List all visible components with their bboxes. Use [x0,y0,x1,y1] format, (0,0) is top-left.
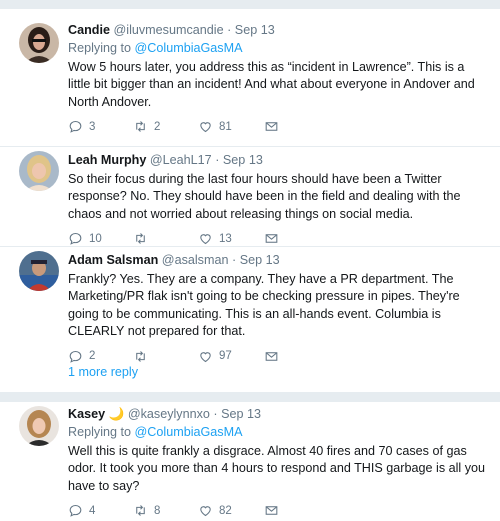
moon-emoji-icon: 🌙 [108,407,125,421]
user-handle[interactable]: @asalsman [162,253,229,267]
tweet-header: Leah Murphy @LeahL17 · Sep 13 [68,152,490,168]
dm-icon [265,122,278,131]
separator-dot: · [215,153,220,167]
user-handle[interactable]: @iluvmesumcandie [114,23,224,37]
replying-to-label: Replying to [68,41,135,55]
display-name[interactable]: Kasey [68,407,105,421]
tweet-header: Kasey 🌙 @kaseylynnxo · Sep 13 [68,406,490,422]
avatar[interactable] [19,406,59,446]
like-count: 97 [219,350,232,363]
tweet-text: Wow 5 hours later, you address this as “… [68,60,475,109]
dm-button[interactable] [264,119,279,134]
reply-icon [69,233,82,246]
tweet-text: Well this is quite frankly a disgrace. A… [68,444,486,493]
reply-icon [69,121,82,134]
tweet-leah-murphy[interactable]: Leah Murphy @LeahL17 · Sep 13 So their f… [0,146,500,246]
replying-to: Replying to @ColumbiaGasMA [68,424,490,440]
separator-dot: · [213,407,218,421]
tweet-candie[interactable]: Candie @iluvmesumcandie · Sep 13 Replyin… [0,9,500,146]
replying-to-link[interactable]: @ColumbiaGasMA [135,41,243,55]
separator-dot: · [227,23,232,37]
avatar[interactable] [19,151,59,191]
separator-dot: · [231,253,237,267]
tweet-kasey[interactable]: Kasey 🌙 @kaseylynnxo · Sep 13 Replying t… [0,402,500,518]
like-count: 81 [219,120,232,133]
tweet-text: Frankly? Yes. They are a company. They h… [68,272,460,339]
tweet-header: Candie @iluvmesumcandie · Sep 13 [68,22,490,38]
tweet-date[interactable]: Sep 13 [235,23,275,37]
retweet-button[interactable] [133,231,148,246]
tweet-date[interactable]: Sep 13 [221,407,261,421]
display-name[interactable]: Leah Murphy [68,153,146,167]
retweet-button[interactable]: 2 [133,119,160,134]
tweet-actions: 4 8 82 [68,503,490,521]
retweet-icon [136,121,145,133]
tweet-text: So their focus during the last four hour… [68,172,461,221]
like-icon [200,122,211,133]
tweet-actions: 3 2 81 [68,119,490,137]
replying-to-link[interactable]: @ColumbiaGasMA [135,425,243,439]
tweet-header: Adam Salsman @asalsman · Sep 13 [68,252,490,268]
retweet-count: 2 [154,120,161,133]
replying-to: Replying to @ColumbiaGasMA [68,40,490,56]
reply-button[interactable]: 10 [68,231,102,246]
reply-count: 2 [89,350,96,363]
more-replies-link[interactable]: 1 more reply [0,365,138,379]
tweet-date[interactable]: Sep 13 [240,253,280,267]
thread-divider [0,392,500,402]
dm-icon [265,234,278,243]
reply-count: 10 [89,232,102,245]
tweet-date[interactable]: Sep 13 [223,153,263,167]
user-handle[interactable]: @LeahL17 [150,153,212,167]
like-button[interactable]: 81 [198,119,232,134]
like-icon [200,234,211,245]
user-handle[interactable]: @kaseylynnxo [128,407,210,421]
retweet-icon [136,233,145,245]
replying-to-label: Replying to [68,425,135,439]
tweet-adam-salsman[interactable]: Adam Salsman @asalsman · Sep 13 Frankly?… [0,246,500,363]
reply-count: 3 [89,120,96,133]
avatar[interactable] [19,23,59,63]
display-name[interactable]: Adam Salsman [68,253,158,267]
avatar[interactable] [19,251,59,291]
top-divider [0,0,500,9]
like-button[interactable]: 13 [198,231,232,246]
reply-button[interactable]: 3 [68,119,95,134]
show-more-replies[interactable]: 1 more reply [0,362,500,392]
display-name[interactable]: Candie [68,23,110,37]
dm-button[interactable] [264,231,279,246]
like-count: 13 [219,232,232,245]
